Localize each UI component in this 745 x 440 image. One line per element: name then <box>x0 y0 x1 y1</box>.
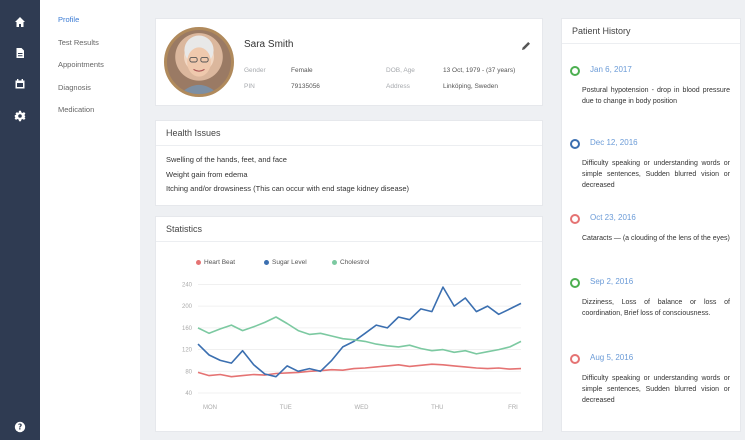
subnav-item-diagnosis[interactable]: Diagnosis <box>58 83 91 92</box>
subnav-item-medication[interactable]: Medication <box>58 105 94 114</box>
history-date: Aug 5, 2016 <box>590 353 634 362</box>
patient-name: Sara Smith <box>244 39 294 50</box>
icon-rail: ? <box>0 0 40 440</box>
statistics-chart: 40 80 120 160 200 240 MON TUE WED THU FRI <box>182 282 522 411</box>
y-tick-label: 200 <box>182 304 193 310</box>
y-tick-label: 120 <box>182 348 193 354</box>
health-issues-title: Health Issues <box>166 128 221 138</box>
history-date: Sep 2, 2016 <box>590 277 634 286</box>
patient-history-title: Patient History <box>572 26 631 36</box>
subnav-item-profile[interactable]: Profile <box>58 15 79 24</box>
history-date: Jan 6, 2017 <box>590 65 632 74</box>
x-tick-label: TUE <box>280 405 292 411</box>
dob-label: DOB, Age <box>386 67 415 74</box>
profile-card: Sara Smith Gender Female PIN 79135056 DO… <box>155 18 543 106</box>
history-date: Dec 12, 2016 <box>590 138 638 147</box>
x-tick-label: MON <box>203 405 217 411</box>
gender-label: Gender <box>244 67 266 74</box>
history-date: Oct 23, 2016 <box>590 213 636 222</box>
history-description: Difficulty speaking or understanding wor… <box>582 375 730 404</box>
issue-line: Weight gain from edema <box>166 170 248 179</box>
history-description: Difficulty speaking or understanding wor… <box>582 160 730 189</box>
timeline-dot-icon <box>570 278 580 288</box>
y-tick-label: 240 <box>182 282 193 288</box>
history-description: Cataracts — (a clouding of the lens of t… <box>582 235 730 242</box>
calendar-icon[interactable] <box>12 76 28 92</box>
pin-value: 79135056 <box>291 83 320 90</box>
x-tick-label: THU <box>431 405 443 411</box>
timeline-dot-icon <box>570 354 580 364</box>
history-description: Dizziness, Loss of balance or loss of co… <box>582 299 730 317</box>
y-tick-label: 80 <box>185 369 192 375</box>
subnav-item-appointments[interactable]: Appointments <box>58 60 104 69</box>
address-label: Address <box>386 83 410 90</box>
gender-value: Female <box>291 67 313 74</box>
help-icon[interactable]: ? <box>12 419 28 435</box>
svg-text:?: ? <box>18 423 22 432</box>
series-line-heart-beat <box>197 363 522 378</box>
patient-history-card: Patient History Jan 6, 2017 Postural hypo… <box>561 18 741 432</box>
divider <box>156 145 542 146</box>
subnav-item-test-results[interactable]: Test Results <box>58 38 99 47</box>
issue-line: Swelling of the hands, feet, and face <box>166 155 287 164</box>
address-value: Linköping, Sweden <box>443 83 498 90</box>
timeline-dot-icon <box>570 66 580 76</box>
y-tick-label: 160 <box>182 326 193 332</box>
gear-icon[interactable] <box>12 108 28 124</box>
x-tick-label: WED <box>355 405 370 411</box>
sub-navigation: Profile Test Results Appointments Diagno… <box>40 0 140 440</box>
pencil-icon[interactable] <box>520 39 532 51</box>
history-description: Postural hypotension - drop in blood pre… <box>582 87 730 105</box>
home-icon[interactable] <box>12 14 28 30</box>
document-icon[interactable] <box>12 45 28 61</box>
series-line-cholestrol <box>197 316 522 355</box>
series-line-sugar-level <box>197 286 522 378</box>
health-issues-card: Health Issues Swelling of the hands, fee… <box>155 120 543 206</box>
timeline-dot-icon <box>570 139 580 149</box>
divider <box>562 43 740 44</box>
issue-line: Itching and/or drowsiness (This can occu… <box>166 184 410 193</box>
timeline-dot-icon <box>570 214 580 224</box>
pin-label: PIN <box>244 83 255 90</box>
avatar <box>164 27 234 97</box>
statistics-card: Statistics Heart Beat Sugar Level Choles… <box>155 216 543 432</box>
dob-value: 13 Oct, 1979 - (37 years) <box>443 67 516 74</box>
x-tick-label: FRI <box>508 405 518 411</box>
y-tick-label: 40 <box>185 391 192 397</box>
